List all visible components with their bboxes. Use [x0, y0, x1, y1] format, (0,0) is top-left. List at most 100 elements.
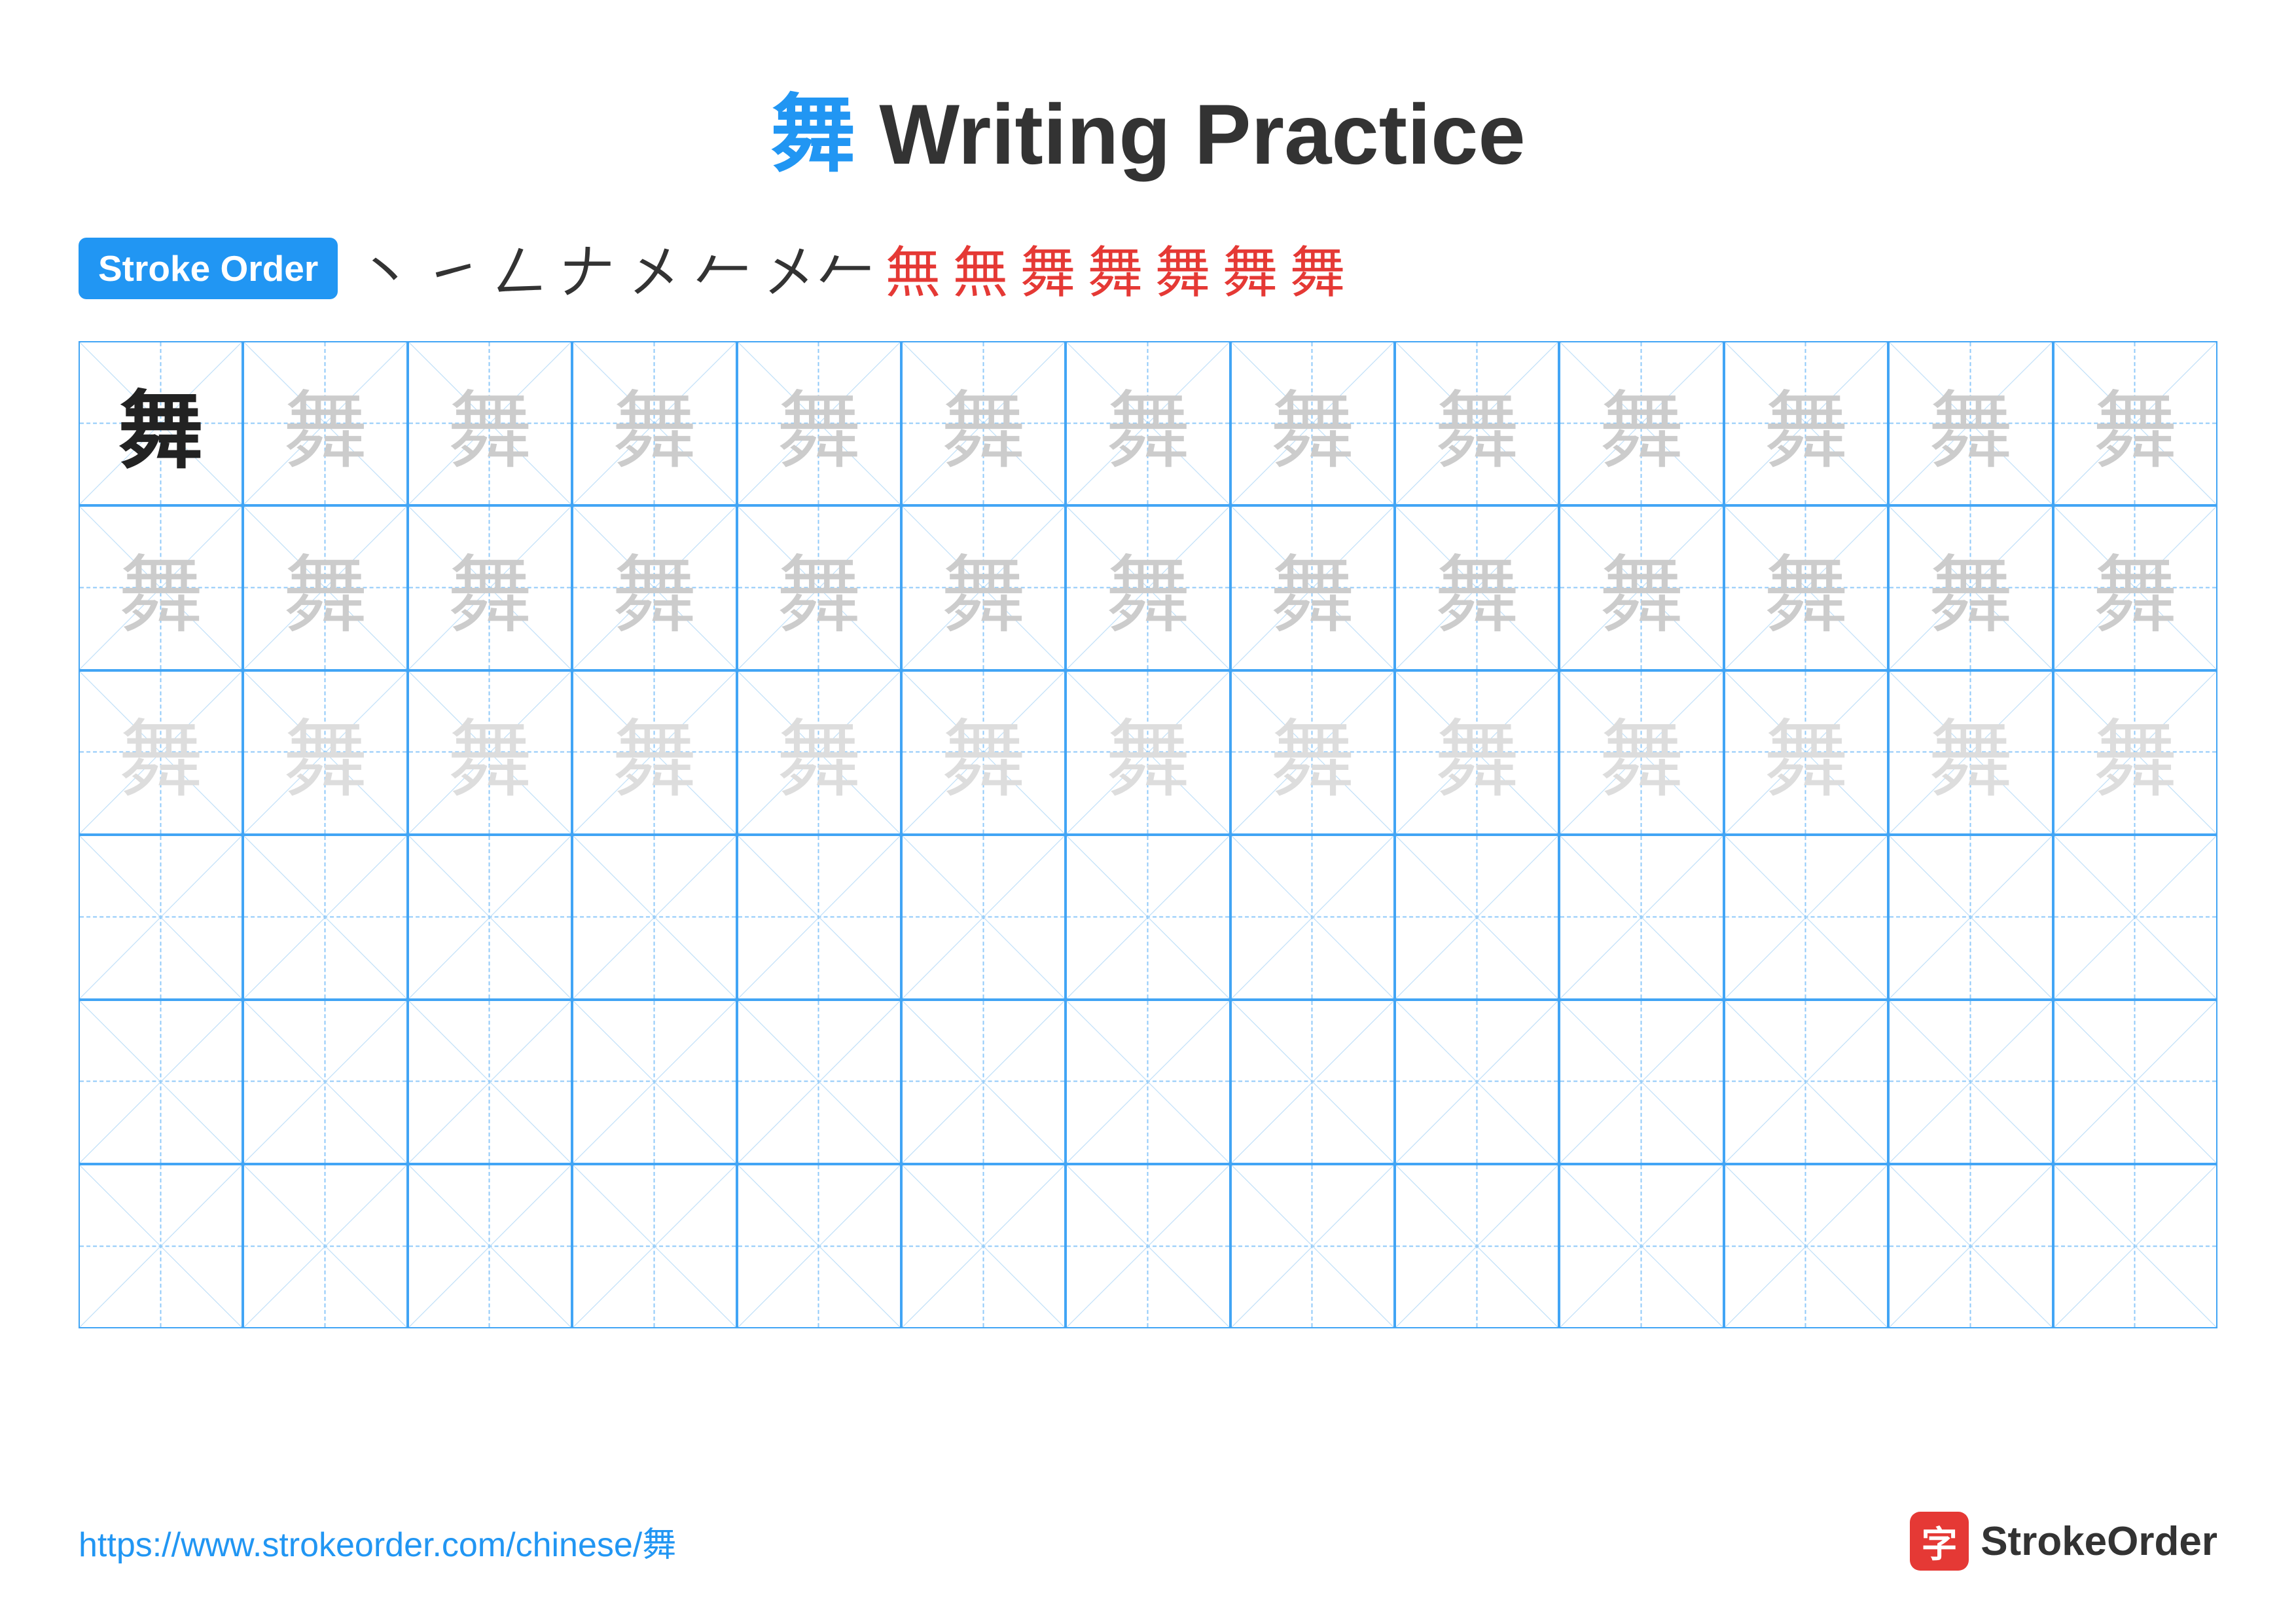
practice-char-light: 舞	[1599, 362, 1684, 485]
grid-cell[interactable]: 舞	[737, 341, 901, 505]
grid-cell[interactable]: 舞	[1066, 670, 1230, 835]
grid-cell[interactable]	[901, 835, 1066, 999]
grid-cell[interactable]	[901, 1164, 1066, 1328]
grid-cell[interactable]	[2053, 1000, 2217, 1164]
grid-cell[interactable]	[408, 1164, 572, 1328]
grid-cell[interactable]	[572, 835, 736, 999]
grid-cell[interactable]: 舞	[737, 670, 901, 835]
grid-cell[interactable]	[243, 1000, 407, 1164]
grid-cell[interactable]: 舞	[572, 341, 736, 505]
grid-cell[interactable]: 舞	[408, 341, 572, 505]
grid-cell[interactable]	[408, 835, 572, 999]
grid-cell[interactable]: 舞	[1066, 341, 1230, 505]
grid-cell[interactable]	[1395, 1000, 1559, 1164]
grid-row-2: 舞 舞 舞 舞 舞 舞 舞 舞 舞 舞 舞 舞 舞	[79, 505, 2217, 670]
grid-cell[interactable]	[737, 835, 901, 999]
grid-cell[interactable]: 舞	[243, 341, 407, 505]
grid-cell[interactable]: 舞	[572, 505, 736, 670]
grid-cell[interactable]	[1559, 835, 1723, 999]
grid-cell[interactable]	[1395, 835, 1559, 999]
title-character: 舞	[770, 86, 855, 182]
grid-cell[interactable]	[2053, 835, 2217, 999]
practice-char-lighter: 舞	[1599, 691, 1684, 814]
grid-cell[interactable]: 舞	[1395, 670, 1559, 835]
grid-cell[interactable]: 舞	[1888, 670, 2053, 835]
stroke-8: 無	[885, 228, 941, 308]
grid-cell[interactable]: 舞	[1066, 505, 1230, 670]
grid-cell[interactable]: 舞	[2053, 341, 2217, 505]
footer-url[interactable]: https://www.strokeorder.com/chinese/舞	[79, 1517, 676, 1566]
grid-cell[interactable]	[901, 1000, 1066, 1164]
grid-cell[interactable]: 舞	[901, 341, 1066, 505]
practice-char-light: 舞	[1105, 362, 1191, 485]
grid-cell[interactable]	[1395, 1164, 1559, 1328]
grid-cell[interactable]: 舞	[2053, 505, 2217, 670]
grid-cell[interactable]: 舞	[1724, 505, 1888, 670]
grid-cell[interactable]: 舞	[243, 670, 407, 835]
grid-cell[interactable]: 舞	[1395, 341, 1559, 505]
grid-cell[interactable]: 舞	[1230, 341, 1395, 505]
grid-cell[interactable]: 舞	[408, 670, 572, 835]
stroke-9: 無	[952, 228, 1008, 308]
grid-cell[interactable]	[1724, 1164, 1888, 1328]
grid-cell[interactable]	[1066, 1000, 1230, 1164]
grid-cell[interactable]	[572, 1000, 736, 1164]
grid-cell[interactable]: 舞	[1559, 505, 1723, 670]
grid-cell[interactable]	[1888, 1000, 2053, 1164]
grid-cell[interactable]	[1559, 1164, 1723, 1328]
grid-cell[interactable]	[1888, 835, 2053, 999]
grid-cell[interactable]	[1888, 1164, 2053, 1328]
practice-char-lighter: 舞	[118, 691, 204, 814]
grid-cell[interactable]: 舞	[79, 505, 243, 670]
grid-cell[interactable]	[1066, 835, 1230, 999]
practice-char-lighter: 舞	[1105, 691, 1191, 814]
grid-cell[interactable]	[1066, 1164, 1230, 1328]
grid-cell[interactable]	[1230, 1164, 1395, 1328]
grid-cell[interactable]	[1230, 835, 1395, 999]
grid-cell[interactable]	[1724, 1000, 1888, 1164]
grid-cell[interactable]: 舞	[1395, 505, 1559, 670]
grid-cell[interactable]: 舞	[1724, 341, 1888, 505]
stroke-5: 㐅	[627, 228, 683, 308]
grid-cell[interactable]	[1230, 1000, 1395, 1164]
stroke-order-row: Stroke Order 丶 ㇀ 𠃋 𠂇 㐅 𠂉 㐅𠂉 無 無 舞 舞 舞 舞 …	[79, 228, 2217, 308]
practice-char-lighter: 舞	[1435, 691, 1520, 814]
grid-row-4	[79, 835, 2217, 999]
grid-cell[interactable]	[408, 1000, 572, 1164]
grid-cell[interactable]	[243, 835, 407, 999]
grid-cell[interactable]: 舞	[1724, 670, 1888, 835]
practice-char-light: 舞	[941, 526, 1026, 649]
grid-cell[interactable]: 舞	[79, 341, 243, 505]
grid-cell[interactable]	[1724, 835, 1888, 999]
grid-cell[interactable]	[737, 1000, 901, 1164]
grid-cell[interactable]: 舞	[1559, 341, 1723, 505]
practice-char-light: 舞	[1105, 526, 1191, 649]
grid-cell[interactable]: 舞	[572, 670, 736, 835]
grid-cell[interactable]: 舞	[1559, 670, 1723, 835]
practice-char-light: 舞	[612, 526, 697, 649]
grid-cell[interactable]: 舞	[1888, 505, 2053, 670]
grid-cell[interactable]: 舞	[243, 505, 407, 670]
grid-cell[interactable]	[79, 835, 243, 999]
grid-row-6	[79, 1164, 2217, 1328]
grid-cell[interactable]: 舞	[79, 670, 243, 835]
grid-cell[interactable]: 舞	[901, 505, 1066, 670]
grid-cell[interactable]	[79, 1000, 243, 1164]
practice-char-light: 舞	[941, 362, 1026, 485]
grid-cell[interactable]: 舞	[1230, 670, 1395, 835]
grid-cell[interactable]	[572, 1164, 736, 1328]
grid-cell[interactable]: 舞	[1888, 341, 2053, 505]
title-text: Writing Practice	[855, 86, 1525, 182]
practice-char-lighter: 舞	[1763, 691, 1848, 814]
grid-cell[interactable]	[737, 1164, 901, 1328]
grid-cell[interactable]: 舞	[901, 670, 1066, 835]
grid-cell[interactable]: 舞	[408, 505, 572, 670]
grid-cell[interactable]	[79, 1164, 243, 1328]
grid-cell[interactable]	[243, 1164, 407, 1328]
grid-cell[interactable]: 舞	[1230, 505, 1395, 670]
grid-cell[interactable]: 舞	[737, 505, 901, 670]
grid-cell[interactable]	[1559, 1000, 1723, 1164]
practice-char-dark: 舞	[118, 362, 204, 485]
grid-cell[interactable]	[2053, 1164, 2217, 1328]
grid-cell[interactable]: 舞	[2053, 670, 2217, 835]
